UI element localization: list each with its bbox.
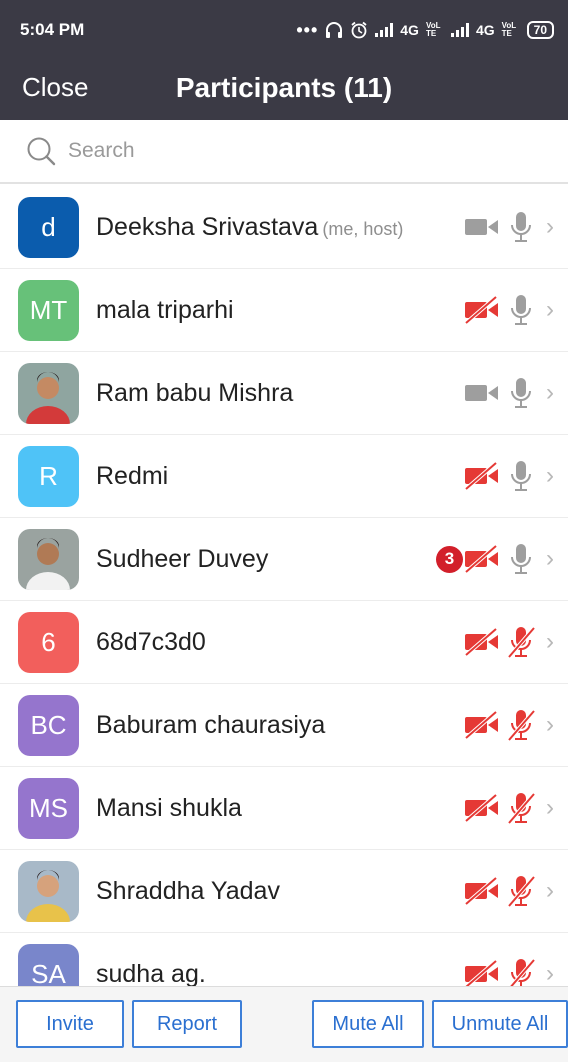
network-type-1: 4G bbox=[400, 22, 419, 38]
volte-badge-1: VoLTE bbox=[425, 21, 441, 38]
search-bar[interactable] bbox=[0, 120, 568, 184]
avatar: MS bbox=[18, 777, 79, 839]
signal-icon bbox=[375, 23, 394, 37]
network-type-2: 4G bbox=[475, 22, 495, 38]
participant-row[interactable]: 6 68d7c3d0 › bbox=[0, 601, 568, 684]
unmute-all-button[interactable]: Unmute All bbox=[432, 1000, 568, 1048]
mic-on-icon bbox=[506, 210, 536, 244]
avatar bbox=[18, 362, 79, 424]
mic-off-icon bbox=[506, 625, 536, 659]
mic-on-icon bbox=[506, 293, 536, 327]
participant-name-text: Sudheer Duvey bbox=[96, 544, 269, 573]
video-off-icon bbox=[463, 876, 501, 906]
search-input[interactable] bbox=[68, 139, 488, 163]
participant-name: Deeksha Srivastava (me, host) bbox=[96, 213, 403, 242]
mic-on-icon bbox=[506, 542, 536, 576]
more-dots-icon: ••• bbox=[296, 19, 319, 40]
avatar bbox=[18, 860, 79, 922]
signal-icon bbox=[450, 23, 469, 37]
headphones-icon bbox=[326, 22, 343, 38]
video-on-icon bbox=[463, 212, 501, 242]
mic-off-icon bbox=[506, 708, 536, 742]
video-off-icon bbox=[463, 710, 501, 740]
video-off-icon bbox=[463, 627, 501, 657]
video-off-icon bbox=[463, 295, 501, 325]
avatar: 6 bbox=[18, 611, 79, 673]
participant-name: Ram babu Mishra bbox=[96, 379, 293, 408]
chevron-right-icon: › bbox=[546, 296, 554, 323]
mic-on-icon bbox=[506, 376, 536, 410]
participant-row[interactable]: BC Baburam chaurasiya › bbox=[0, 684, 568, 767]
participant-row[interactable]: MT mala triparhi › bbox=[0, 269, 568, 352]
participant-row[interactable]: Sudheer Duvey 3 › bbox=[0, 518, 568, 601]
search-icon bbox=[27, 137, 56, 166]
status-icons: ••• 4G VoLTE 4G VoLTE 70 bbox=[296, 20, 554, 41]
participant-row[interactable]: Shraddha Yadav › bbox=[0, 850, 568, 933]
mic-off-icon bbox=[506, 874, 536, 908]
volte-badge-2: VoLTE bbox=[501, 21, 517, 38]
chevron-right-icon: › bbox=[546, 711, 554, 738]
mic-off-icon bbox=[506, 957, 536, 986]
participant-name: mala triparhi bbox=[96, 296, 234, 325]
alarm-icon bbox=[351, 21, 367, 39]
participant-row[interactable]: R Redmi › bbox=[0, 435, 568, 518]
avatar: d bbox=[18, 196, 79, 258]
mic-off-icon bbox=[506, 791, 536, 825]
participant-name: Mansi shukla bbox=[96, 794, 242, 823]
participant-row[interactable]: MS Mansi shukla › bbox=[0, 767, 568, 850]
participant-name-text: Deeksha Srivastava bbox=[96, 212, 319, 241]
participant-name-text: mala triparhi bbox=[96, 295, 234, 324]
avatar: BC bbox=[18, 694, 79, 756]
chevron-right-icon: › bbox=[546, 213, 554, 240]
participant-name-text: Shraddha Yadav bbox=[96, 876, 280, 905]
chevron-right-icon: › bbox=[546, 877, 554, 904]
report-button[interactable]: Report bbox=[132, 1000, 242, 1048]
status-time: 5:04 PM bbox=[20, 20, 85, 39]
status-bar: 5:04 PM ••• 4G VoLTE 4G VoLTE 70 bbox=[0, 0, 568, 60]
video-off-icon bbox=[463, 959, 501, 986]
avatar bbox=[18, 528, 79, 590]
participant-row[interactable]: d Deeksha Srivastava (me, host) › bbox=[0, 186, 568, 269]
participant-row[interactable]: Ram babu Mishra › bbox=[0, 352, 568, 435]
participant-name: Redmi bbox=[96, 462, 168, 491]
avatar: R bbox=[18, 445, 79, 507]
participant-name-text: Baburam chaurasiya bbox=[96, 710, 326, 739]
chevron-right-icon: › bbox=[546, 628, 554, 655]
participant-list[interactable]: d Deeksha Srivastava (me, host) › MT mala tri… bbox=[0, 186, 568, 986]
participant-name-text: Mansi shukla bbox=[96, 793, 242, 822]
host-tag: (me, host) bbox=[322, 218, 404, 239]
mic-on-icon bbox=[506, 459, 536, 493]
page-title: Participants (11) bbox=[175, 72, 393, 103]
participant-name-text: 68d7c3d0 bbox=[96, 627, 206, 656]
chevron-right-icon: › bbox=[546, 794, 554, 821]
video-off-icon bbox=[463, 461, 501, 491]
header: Close Participants (11) bbox=[0, 60, 568, 120]
avatar: MT bbox=[18, 279, 79, 341]
invite-button[interactable]: Invite bbox=[16, 1000, 124, 1048]
participant-name-text: Ram babu Mishra bbox=[96, 378, 294, 407]
video-on-icon bbox=[463, 378, 501, 408]
chevron-right-icon: › bbox=[546, 462, 554, 489]
mute-all-button[interactable]: Mute All bbox=[312, 1000, 424, 1048]
participant-name: 68d7c3d0 bbox=[96, 628, 206, 657]
avatar: SA bbox=[18, 943, 79, 986]
chevron-right-icon: › bbox=[546, 379, 554, 406]
participant-name: Sudheer Duvey bbox=[96, 545, 268, 574]
video-off-icon bbox=[463, 793, 501, 823]
battery-icon: 70 bbox=[526, 21, 554, 39]
video-off-icon bbox=[463, 544, 501, 574]
participant-name: Shraddha Yadav bbox=[96, 877, 280, 906]
participant-name: sudha ag. bbox=[96, 960, 206, 987]
chevron-right-icon: › bbox=[546, 545, 554, 572]
participant-name: Baburam chaurasiya bbox=[96, 711, 325, 740]
chat-count-badge: 3 bbox=[436, 545, 463, 573]
footer-toolbar: Invite Report Mute All Unmute All bbox=[0, 986, 568, 1062]
chevron-right-icon: › bbox=[546, 960, 554, 986]
participant-row[interactable]: SA sudha ag. › bbox=[0, 933, 568, 986]
participant-name-text: sudha ag. bbox=[96, 959, 206, 987]
participant-name-text: Redmi bbox=[96, 461, 169, 490]
